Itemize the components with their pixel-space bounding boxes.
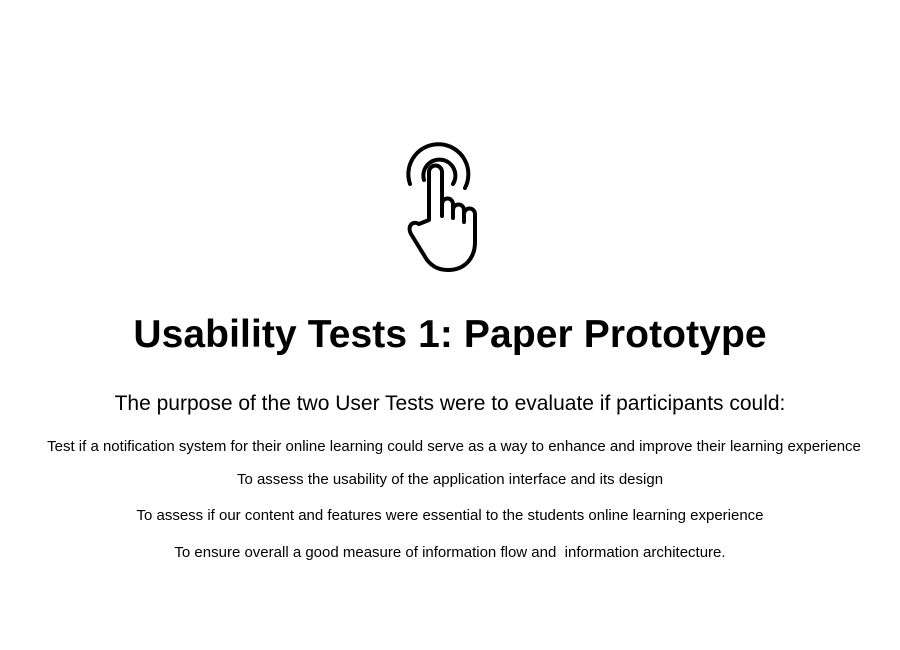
goal-item-notification-system: Test if a notification system for their … (47, 438, 861, 455)
slide: Usability Tests 1: Paper Prototype The p… (0, 0, 900, 650)
goal-item-information-flow: To ensure overall a good measure of info… (174, 544, 726, 561)
tap-gesture-icon (398, 138, 494, 274)
page-title: Usability Tests 1: Paper Prototype (133, 313, 767, 356)
purpose-intro: The purpose of the two User Tests were t… (114, 392, 786, 415)
goal-item-content-features: To assess if our content and features we… (136, 507, 764, 524)
goal-item-usability: To assess the usability of the applicati… (236, 471, 664, 488)
